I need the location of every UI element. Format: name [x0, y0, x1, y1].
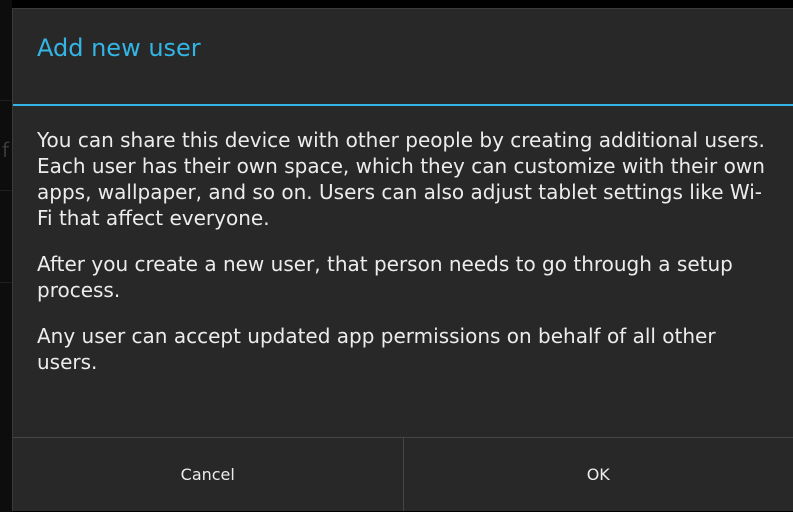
background-divider — [0, 190, 12, 191]
message-paragraph: You can share this device with other peo… — [37, 128, 765, 230]
dialog-title: Add new user — [37, 34, 201, 62]
message-paragraph: Any user can accept updated app permissi… — [37, 324, 716, 374]
add-user-dialog: Add new user You can share this device w… — [12, 8, 793, 511]
ok-button[interactable]: OK — [404, 438, 793, 511]
screen: f Add new user You can share this device… — [0, 0, 793, 512]
title-divider — [13, 104, 793, 106]
dialog-button-bar: Cancel OK — [13, 437, 793, 511]
background-divider — [0, 282, 12, 283]
background-partial-text: f — [2, 138, 10, 162]
message-paragraph: After you create a new user, that person… — [37, 252, 733, 302]
background-divider — [0, 100, 12, 101]
background-app: f — [0, 0, 12, 512]
cancel-button[interactable]: Cancel — [13, 438, 403, 511]
dialog-message: You can share this device with other peo… — [37, 127, 777, 395]
